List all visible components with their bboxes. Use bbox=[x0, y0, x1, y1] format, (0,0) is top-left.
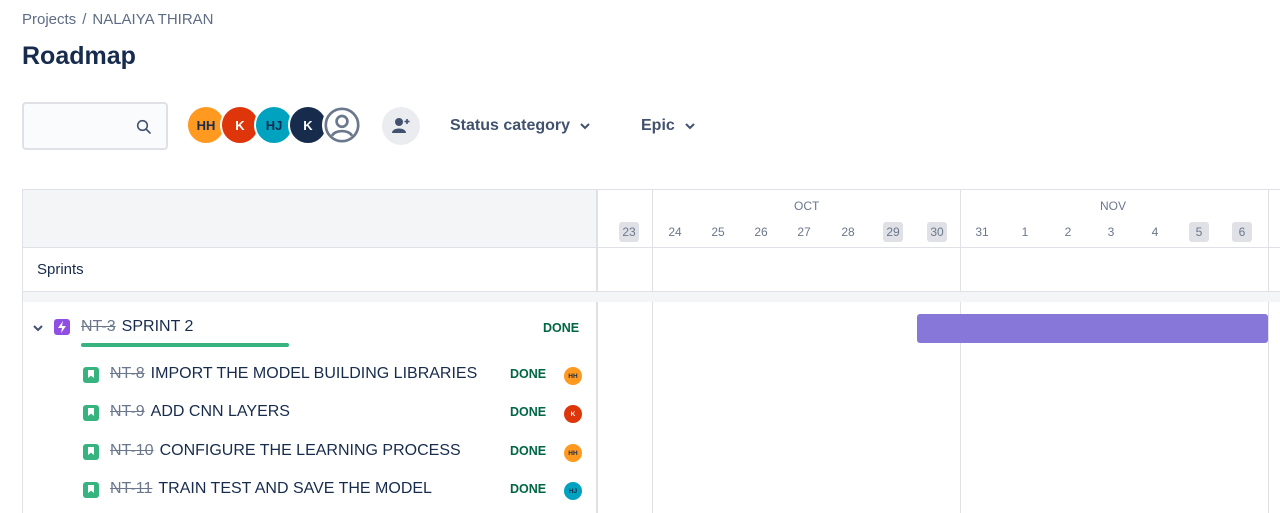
day-label: 29 bbox=[883, 222, 903, 242]
breadcrumb-projects-link[interactable]: Projects bbox=[22, 11, 76, 28]
user-icon bbox=[324, 107, 360, 143]
epic-filter-label: Epic bbox=[641, 117, 675, 134]
status-lozenge: DONE bbox=[510, 444, 547, 458]
day-label: 31 bbox=[975, 225, 989, 239]
breadcrumb-project-link[interactable]: NALAIYA THIRAN bbox=[92, 11, 213, 28]
roadmap-grid: OCT NOV 23 24 25 26 27 28 29 30 31 1 2 3… bbox=[22, 189, 1280, 513]
story-icon bbox=[83, 405, 99, 421]
assignee-avatar[interactable]: HH bbox=[564, 444, 582, 462]
chevron-down-icon[interactable] bbox=[32, 323, 44, 333]
story-icon bbox=[83, 367, 99, 383]
assignee-avatar[interactable]: HJ bbox=[564, 482, 582, 500]
epic-row[interactable]: NT-3 SPRINT 2 DONE bbox=[23, 314, 597, 347]
week-divider bbox=[960, 190, 961, 513]
status-category-label: Status category bbox=[450, 117, 571, 134]
day-label: 23 bbox=[619, 222, 639, 242]
day-label: 30 bbox=[927, 222, 947, 242]
day-label: 24 bbox=[668, 225, 682, 239]
add-person-icon bbox=[392, 118, 410, 133]
epic-title[interactable]: NT-3 SPRINT 2 bbox=[81, 318, 193, 336]
breadcrumb-separator: / bbox=[82, 11, 87, 28]
chevron-down-icon bbox=[685, 123, 695, 130]
day-label: 1 bbox=[1021, 225, 1029, 239]
day-label: 2 bbox=[1064, 225, 1072, 239]
day-label: 28 bbox=[841, 225, 855, 239]
breadcrumb: Projects / NALAIYA THIRAN bbox=[22, 11, 214, 28]
search-icon bbox=[136, 119, 151, 134]
avatar-group: HH K HJ K bbox=[186, 105, 362, 145]
story-icon bbox=[83, 444, 99, 460]
search-input[interactable] bbox=[22, 102, 168, 150]
add-people-button[interactable] bbox=[382, 107, 420, 145]
day-label: 26 bbox=[754, 225, 768, 239]
issue-row[interactable]: NT-10 CONFIGURE THE LEARNING PROCESS DONE… bbox=[23, 434, 597, 472]
section-divider bbox=[23, 291, 1280, 302]
month-label: OCT bbox=[794, 199, 820, 213]
issue-row[interactable]: NT-11 TRAIN TEST AND SAVE THE MODEL DONE … bbox=[23, 472, 597, 510]
assignee-avatar[interactable]: K bbox=[564, 405, 582, 423]
story-icon bbox=[83, 482, 99, 498]
issue-summary: ADD CNN LAYERS bbox=[150, 403, 290, 420]
issue-row[interactable]: NT-8 IMPORT THE MODEL BUILDING LIBRARIES … bbox=[23, 357, 597, 395]
issue-key: NT-9 bbox=[110, 403, 145, 420]
day-label: 27 bbox=[797, 225, 811, 239]
day-label: 25 bbox=[711, 225, 725, 239]
timeline-header: OCT NOV 23 24 25 26 27 28 29 30 31 1 2 3… bbox=[598, 190, 1280, 248]
day-label: 6 bbox=[1232, 222, 1252, 242]
epic-progress-bar bbox=[81, 343, 289, 347]
epic-icon bbox=[54, 319, 70, 335]
sprints-section-label: Sprints bbox=[37, 261, 84, 278]
status-lozenge: DONE bbox=[510, 482, 547, 496]
issue-title[interactable]: NT-10 CONFIGURE THE LEARNING PROCESS bbox=[110, 442, 461, 460]
status-lozenge: DONE bbox=[510, 405, 547, 419]
day-label: 3 bbox=[1107, 225, 1115, 239]
page-title: Roadmap bbox=[22, 42, 136, 70]
issue-summary: CONFIGURE THE LEARNING PROCESS bbox=[159, 442, 461, 459]
month-label: NOV bbox=[1100, 199, 1127, 213]
issue-summary: TRAIN TEST AND SAVE THE MODEL bbox=[158, 480, 432, 497]
issue-key: NT-10 bbox=[110, 442, 154, 459]
epic-timeline-bar[interactable] bbox=[917, 314, 1268, 343]
epic-key: NT-3 bbox=[81, 318, 116, 335]
week-divider bbox=[1268, 190, 1269, 513]
status-lozenge: DONE bbox=[510, 367, 547, 381]
epic-filter[interactable]: Epic bbox=[641, 117, 695, 135]
issue-title[interactable]: NT-9 ADD CNN LAYERS bbox=[110, 403, 290, 421]
status-category-filter[interactable]: Status category bbox=[450, 117, 590, 135]
assignee-avatar[interactable]: HH bbox=[564, 367, 582, 385]
issue-key: NT-8 bbox=[110, 365, 145, 382]
issue-key: NT-11 bbox=[110, 480, 153, 497]
epic-summary: SPRINT 2 bbox=[121, 318, 194, 335]
issue-title[interactable]: NT-8 IMPORT THE MODEL BUILDING LIBRARIES bbox=[110, 365, 477, 383]
issue-row[interactable]: NT-9 ADD CNN LAYERS DONE K bbox=[23, 395, 597, 433]
issue-summary: IMPORT THE MODEL BUILDING LIBRARIES bbox=[150, 365, 478, 382]
day-label: 5 bbox=[1189, 222, 1209, 242]
day-label: 4 bbox=[1151, 225, 1159, 239]
chevron-down-icon bbox=[580, 123, 590, 130]
status-lozenge: DONE bbox=[543, 321, 580, 335]
week-divider bbox=[652, 190, 653, 513]
avatar[interactable] bbox=[322, 105, 362, 145]
issue-title[interactable]: NT-11 TRAIN TEST AND SAVE THE MODEL bbox=[110, 480, 432, 498]
